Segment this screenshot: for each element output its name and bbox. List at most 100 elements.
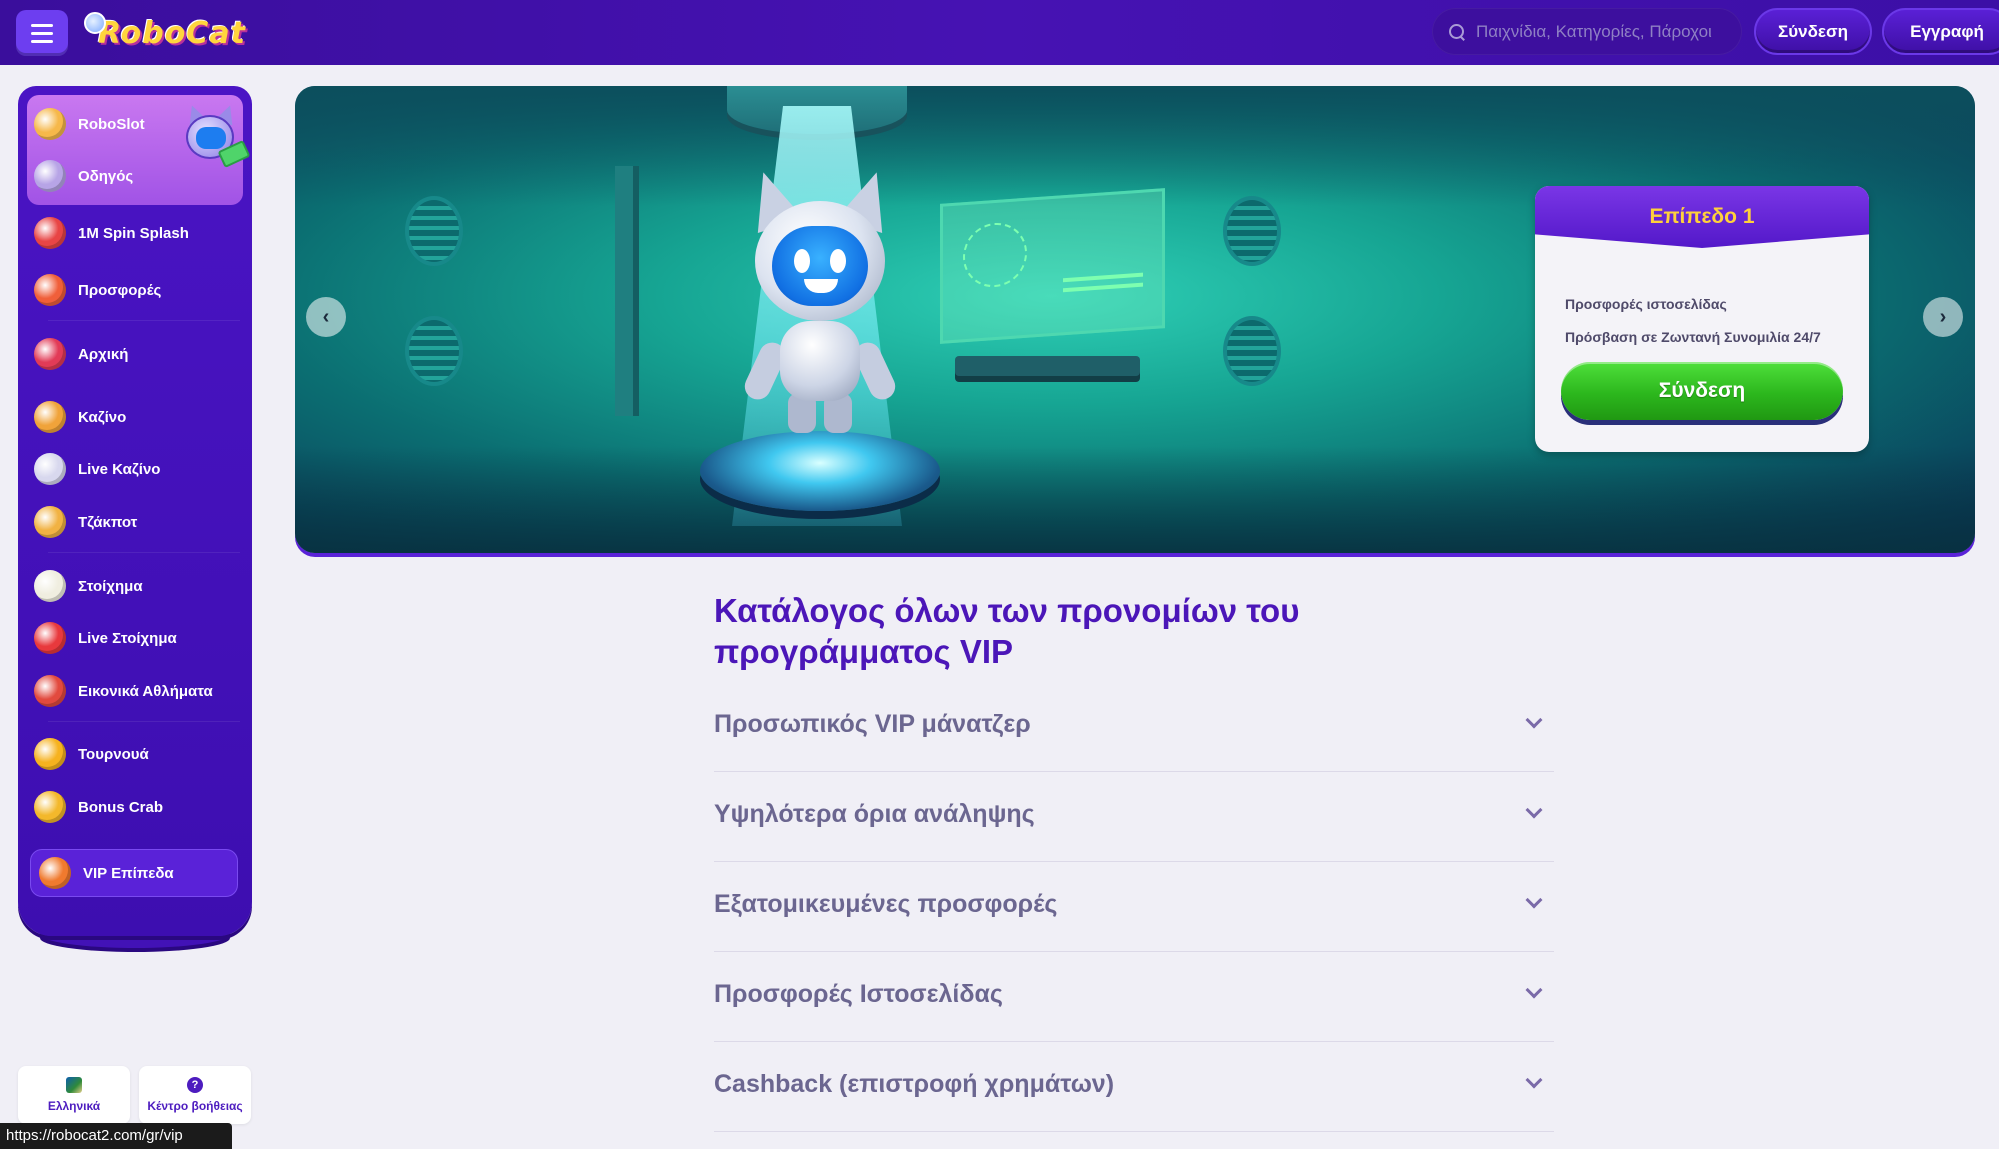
sidebar-item-label: Εικονικά Αθλήματα (78, 682, 213, 700)
chevron-down-icon (1525, 891, 1543, 909)
vip-perks-accordion: Προσωπικός VIP μάνατζερ Υψηλότερα όρια α… (714, 682, 1554, 1132)
banner-next-button[interactable]: › (1923, 297, 1963, 337)
sidebar-item-home[interactable]: Αρχική (34, 334, 244, 374)
accordion-item[interactable]: Προσωπικός VIP μάνατζερ (714, 682, 1554, 772)
sidebar-item-label: Προσφορές (78, 281, 162, 299)
sidebar-item-roboslot[interactable]: RoboSlot (34, 104, 244, 144)
trophy-icon (34, 738, 66, 770)
vip-icon (39, 857, 71, 889)
robot-eye (794, 249, 810, 273)
sidebar-item-promotions[interactable]: Προσφορές (34, 270, 244, 310)
chevron-down-icon (1525, 1071, 1543, 1089)
divider (48, 552, 240, 553)
question-icon: ? (187, 1077, 203, 1093)
sidebar-item-label: Αρχική (78, 345, 129, 363)
sidebar-item-tournaments[interactable]: Τουρνουά (34, 734, 244, 774)
robot-face (772, 226, 868, 306)
language-label: Ελληνικά (47, 1099, 101, 1113)
spin-splash-icon (34, 217, 66, 249)
status-bar-url: https://robocat2.com/gr/vip (0, 1123, 232, 1149)
virtual-sports-icon (34, 675, 66, 707)
sidebar-item-label: 1M Spin Splash (78, 224, 189, 242)
lab-screen (940, 188, 1165, 344)
lab-desk (955, 356, 1140, 376)
lab-pipe (615, 166, 633, 416)
accordion-item[interactable]: Προσφορές Ιστοσελίδας (714, 952, 1554, 1042)
sidebar-item-spin-splash[interactable]: 1M Spin Splash (34, 213, 244, 253)
robocat-logo[interactable]: RoboCat (84, 8, 246, 58)
accordion-label: Cashback (επιστροφή χρημάτων) (714, 1070, 1115, 1098)
sidebar-item-vip-levels[interactable]: VIP Επίπεδα (30, 849, 238, 897)
sidebar-item-bonus-crab[interactable]: Bonus Crab (34, 787, 244, 827)
chevron-down-icon (1525, 801, 1543, 819)
sidebar-item-label: Τζάκποτ (78, 513, 138, 531)
accordion-label: Προσωπικός VIP μάνατζερ (714, 710, 1031, 738)
accordion-label: Εξατομικευμένες προσφορές (714, 890, 1058, 918)
robot-eye (830, 249, 846, 273)
sidebar-item-label: RoboSlot (78, 115, 145, 133)
accordion-item[interactable]: Cashback (επιστροφή χρημάτων) (714, 1042, 1554, 1132)
vent-icon (1223, 316, 1281, 386)
chevron-down-icon (1525, 711, 1543, 729)
menu-line-icon (31, 31, 53, 35)
live-betting-icon (34, 622, 66, 654)
sidebar-item-guide[interactable]: Οδηγός (34, 156, 244, 196)
hamburger-menu-button[interactable] (16, 10, 68, 56)
chevron-down-icon (1525, 981, 1543, 999)
sidebar-item-label: VIP Επίπεδα (83, 864, 174, 882)
vent-icon (405, 196, 463, 266)
guide-icon (34, 160, 66, 192)
accordion-label: Υψηλότερα όρια ανάληψης (714, 800, 1035, 828)
sidebar-item-label: Τουρνουά (78, 745, 149, 763)
robot-body (780, 321, 860, 401)
header-register-button[interactable]: Εγγραφή (1882, 8, 1999, 55)
home-icon (34, 338, 66, 370)
sidebar-item-live-betting[interactable]: Live Στοίχημα (34, 618, 244, 658)
search-bar[interactable] (1432, 8, 1742, 55)
level-perk: Πρόσβαση σε Ζωντανή Συνομιλία 24/7 (1565, 329, 1821, 345)
live-casino-icon (34, 453, 66, 485)
sidebar-item-virtual-sports[interactable]: Εικονικά Αθλήματα (34, 671, 244, 711)
logo-text: RoboCat (98, 15, 246, 51)
soccer-ball-icon (34, 570, 66, 602)
menu-line-icon (31, 39, 53, 43)
vent-icon (405, 316, 463, 386)
search-input[interactable] (1476, 21, 1726, 42)
sidebar: RoboSlot Οδηγός 1M Spin Splash Προσφορές… (18, 86, 252, 936)
menu-line-icon (31, 23, 53, 27)
sidebar-item-jackpot[interactable]: Τζάκποτ (34, 502, 244, 542)
gift-icon (34, 274, 66, 306)
casino-icon (34, 401, 66, 433)
page-title: Κατάλογος όλων των προνομίων του προγράμ… (714, 592, 1300, 670)
divider (48, 721, 240, 722)
jackpot-icon (34, 506, 66, 538)
banner-floor (295, 446, 1975, 553)
flag-icon (66, 1077, 82, 1093)
vip-level-card: Επίπεδο 1 Προσφορές ιστοσελίδας Πρόσβαση… (1535, 186, 1869, 452)
language-button[interactable]: Ελληνικά (18, 1066, 130, 1124)
chevron-left-icon: ‹ (322, 305, 330, 328)
banner-prev-button[interactable]: ‹ (306, 297, 346, 337)
sidebar-item-label: Bonus Crab (78, 798, 164, 816)
sidebar-item-live-casino[interactable]: Live Καζίνο (34, 449, 244, 489)
sidebar-item-label: Οδηγός (78, 167, 134, 185)
accordion-label: Προσφορές Ιστοσελίδας (714, 980, 1003, 1008)
help-center-button[interactable]: ? Κέντρο βοήθειας (139, 1066, 251, 1124)
accordion-item[interactable]: Εξατομικευμένες προσφορές (714, 862, 1554, 952)
search-icon (1448, 23, 1466, 41)
sidebar-item-betting[interactable]: Στοίχημα (34, 566, 244, 606)
logo-cat-icon (84, 12, 106, 34)
top-header: RoboCat Σύνδεση Εγγραφή (0, 0, 1999, 65)
vip-banner: ‹ › Επίπεδο 1 Προσφορές ιστοσελίδας Πρόσ… (295, 86, 1975, 553)
accordion-item[interactable]: Υψηλότερα όρια ανάληψης (714, 772, 1554, 862)
sidebar-item-casino[interactable]: Καζίνο (34, 397, 244, 437)
level-perk: Προσφορές ιστοσελίδας (1565, 296, 1727, 312)
bonus-crab-icon (34, 791, 66, 823)
sidebar-item-label: Live Καζίνο (78, 460, 161, 478)
level-login-button[interactable]: Σύνδεση (1561, 362, 1843, 420)
divider (48, 320, 240, 321)
vent-icon (1223, 196, 1281, 266)
level-title: Επίπεδο 1 (1535, 186, 1869, 248)
robocat-robot-icon (730, 164, 910, 441)
header-login-button[interactable]: Σύνδεση (1754, 8, 1872, 55)
